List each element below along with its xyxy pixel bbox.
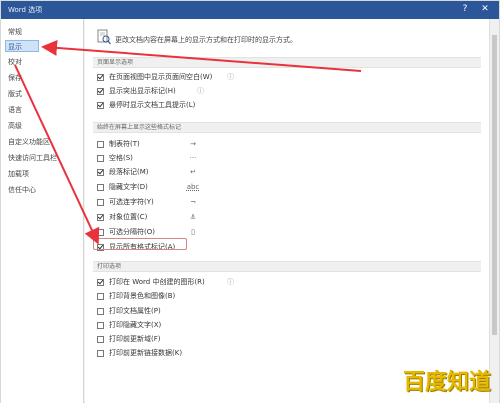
checkbox-icon[interactable]	[97, 155, 104, 162]
checkbox-icon[interactable]	[97, 336, 104, 343]
option-label: 打印文档属性(P)	[109, 307, 161, 315]
space-dots-icon: ···	[189, 154, 197, 162]
checkbox-icon[interactable]	[97, 184, 104, 191]
option-label: 在页面视图中显示页面间空白(W)	[109, 73, 213, 81]
window-title: Word 选项	[8, 6, 43, 14]
option-label: 打印在 Word 中创建的图形(R)	[109, 278, 205, 286]
sidebar-item-customize-ribbon[interactable]: 自定义功能区	[8, 136, 78, 148]
info-icon: ⓘ	[197, 87, 204, 95]
optional-hyphen-icon: ¬	[190, 198, 196, 206]
info-icon: ⓘ	[227, 278, 234, 286]
option-label: 隐藏文字(D)	[109, 183, 148, 191]
paragraph-mark-icon: ↵	[190, 168, 196, 176]
watermark: 百度知道	[402, 370, 491, 395]
sidebar-item-display[interactable]: 显示	[5, 40, 39, 52]
sidebar-item-save[interactable]: 保存	[8, 72, 78, 84]
content-panel: 更改文档内容在屏幕上的显示方式和在打印时的显示方式。 页面显示选项 在页面视图中…	[85, 19, 499, 403]
sidebar-item-language[interactable]: 语言	[8, 104, 78, 116]
checkbox-icon[interactable]	[97, 308, 104, 315]
sidebar-item-proofing[interactable]: 校对	[8, 56, 78, 68]
option-label: 可选分隔符(O)	[109, 228, 155, 236]
sidebar-item-addins[interactable]: 加载项	[8, 168, 78, 180]
option-label: 显示突出显示标记(H)	[109, 87, 176, 95]
option-label: 段落标记(M)	[109, 168, 149, 176]
option-label: 制表符(T)	[109, 140, 140, 148]
sidebar-item-quick-access-toolbar[interactable]: 快速访问工具栏	[8, 152, 78, 164]
highlight-box	[93, 238, 187, 250]
sidebar-item-trust-center[interactable]: 信任中心	[8, 184, 78, 196]
option-label: 打印背景色和图像(B)	[109, 292, 176, 300]
checkbox-icon[interactable]	[97, 199, 104, 206]
checkbox-icon[interactable]	[97, 322, 104, 329]
anchor-icon: ⚓	[189, 213, 197, 221]
sidebar-item-general[interactable]: 常规	[8, 26, 78, 38]
section-formatting-marks: 始终在屏幕上显示这些格式标记	[93, 122, 481, 133]
page-headline: 更改文档内容在屏幕上的显示方式和在打印时的显示方式。	[115, 36, 297, 44]
hidden-text-icon: abc	[186, 183, 200, 191]
checkbox-icon[interactable]	[97, 279, 104, 286]
option-label: 可选连字符(Y)	[109, 198, 154, 206]
document-magnifier-icon	[97, 29, 111, 45]
checkbox-icon[interactable]	[97, 74, 104, 81]
checkbox-icon[interactable]	[97, 214, 104, 221]
option-label: 对象位置(C)	[109, 213, 148, 221]
checkbox-icon[interactable]	[97, 102, 104, 109]
checkbox-icon[interactable]	[97, 141, 104, 148]
close-button[interactable]: ✕	[477, 3, 493, 16]
sidebar-item-typography[interactable]: 版式	[8, 88, 78, 100]
section-printing-options: 打印选项	[93, 261, 481, 272]
sidebar-item-advanced[interactable]: 高级	[8, 120, 78, 132]
title-bar: Word 选项 ? ✕	[1, 1, 499, 19]
option-label: 打印前更新链接数据(K)	[109, 349, 183, 357]
optional-break-icon: ▯	[191, 228, 195, 236]
scrollbar-thumb[interactable]	[492, 35, 497, 335]
help-button[interactable]: ?	[457, 3, 473, 16]
tab-arrow-icon: →	[190, 140, 196, 148]
option-label: 悬停时显示文档工具提示(L)	[109, 101, 196, 109]
option-label: 空格(S)	[109, 154, 133, 162]
word-options-window: Word 选项 ? ✕ 常规 显示 校对 保存 版式 语言 高级 自定义功能区 …	[0, 0, 500, 403]
option-label: 打印前更新域(F)	[109, 335, 161, 343]
checkbox-icon[interactable]	[97, 88, 104, 95]
checkbox-icon[interactable]	[97, 169, 104, 176]
section-page-display: 页面显示选项	[93, 57, 481, 68]
checkbox-icon[interactable]	[97, 293, 104, 300]
option-label: 打印隐藏文字(X)	[109, 321, 162, 329]
info-icon: ⓘ	[227, 73, 234, 81]
sidebar: 常规 显示 校对 保存 版式 语言 高级 自定义功能区 快速访问工具栏 加载项 …	[1, 19, 84, 403]
checkbox-icon[interactable]	[97, 229, 104, 236]
checkbox-icon[interactable]	[97, 350, 104, 357]
scrollbar[interactable]	[489, 19, 499, 403]
